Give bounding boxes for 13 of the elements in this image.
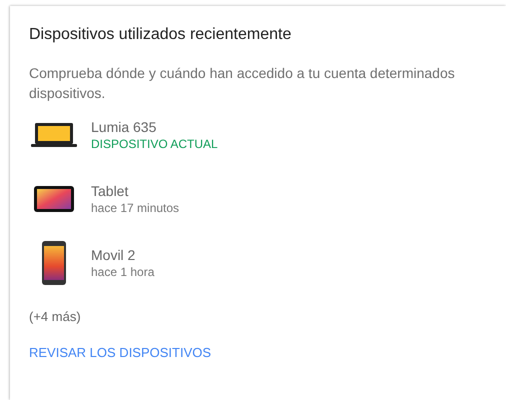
current-device-label: DISPOSITIVO ACTUAL	[91, 136, 218, 152]
tablet-icon	[34, 186, 74, 212]
device-name: Lumia 635	[91, 118, 158, 136]
device-name: Movil 2	[91, 246, 136, 264]
review-devices-link[interactable]: REVISAR LOS DISPOSITIVOS	[29, 345, 212, 360]
description: Comprueba dónde y cuándo han accedido a tu cuenta determinados dispositivos.	[29, 64, 456, 103]
last-seen-time: hace 17 minutos	[91, 200, 180, 216]
laptop-icon	[31, 122, 77, 148]
phone-icon	[42, 241, 66, 285]
last-seen-time: hace 1 hora	[91, 264, 154, 280]
more-count: (+4 más)	[29, 309, 81, 324]
card-title: Dispositivos utilizados recientemente	[29, 26, 292, 44]
device-name: Tablet	[91, 182, 130, 200]
